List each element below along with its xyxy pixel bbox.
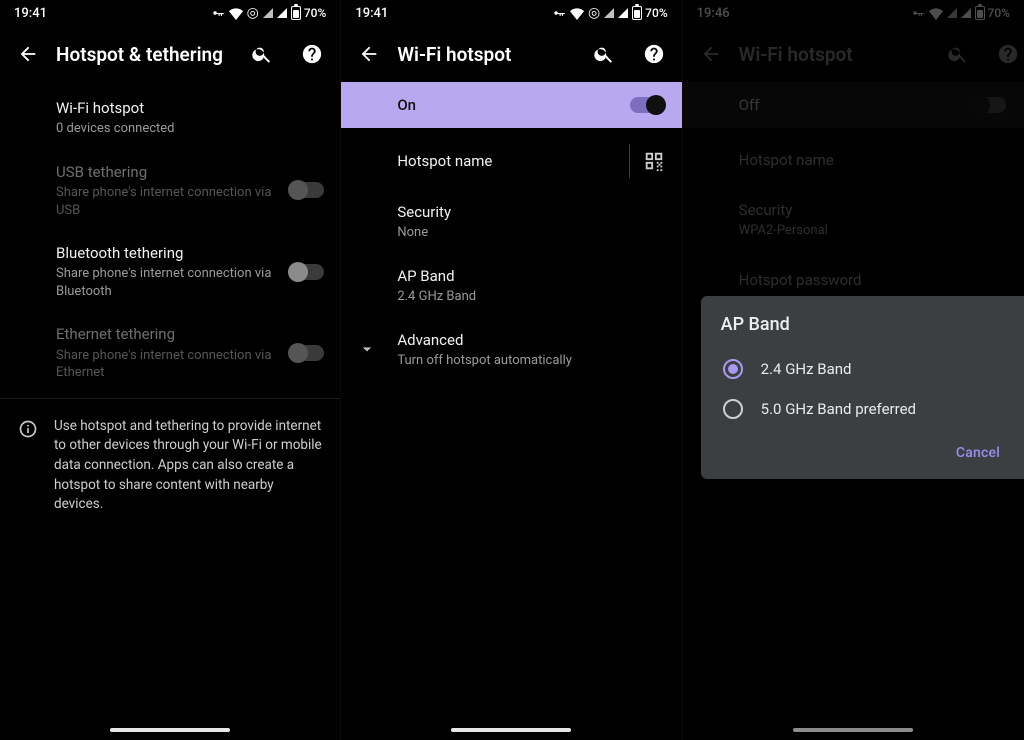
status-bar: 19:41 ◎ 70%	[341, 0, 681, 26]
status-time: 19:41	[14, 6, 47, 21]
status-bar: 19:41 ◎ 70%	[0, 0, 340, 26]
usb-tethering-item: USB tethering Share phone's internet con…	[0, 150, 340, 231]
signal-2-icon	[277, 8, 287, 18]
status-time: 19:41	[355, 6, 388, 21]
ap-band-dialog: AP Band 2.4 GHz Band 5.0 GHz Band prefer…	[701, 296, 1024, 479]
settings-list: Wi-Fi hotspot 0 devices connected USB te…	[0, 82, 340, 533]
ethernet-tethering-item: Ethernet tethering Share phone's interne…	[0, 312, 340, 393]
signal-1-icon	[263, 8, 273, 18]
screen-wifi-hotspot-on: 19:41 ◎ 70% Wi-Fi hotspot On	[341, 0, 682, 740]
signal-1-icon	[604, 8, 614, 18]
info-icon	[16, 417, 40, 441]
footer-note: Use hotspot and tethering to provide int…	[0, 403, 340, 529]
item-title: Hotspot name	[397, 151, 606, 171]
item-title: USB tethering	[56, 162, 280, 182]
item-subtitle: 2.4 GHz Band	[397, 288, 655, 306]
wifi-hotspot-item[interactable]: Wi-Fi hotspot 0 devices connected	[0, 86, 340, 150]
ap-band-item[interactable]: AP Band 2.4 GHz Band	[341, 254, 681, 318]
security-item[interactable]: Security None	[341, 190, 681, 254]
advanced-item[interactable]: Advanced Turn off hotspot automatically	[341, 318, 681, 382]
usb-tethering-toggle	[290, 182, 324, 198]
search-button[interactable]	[240, 32, 284, 76]
switch-label: On	[397, 96, 416, 114]
page-title: Hotspot & tethering	[56, 43, 234, 66]
hotspot-name-item[interactable]: Hotspot name	[341, 132, 681, 190]
bluetooth-tethering-item[interactable]: Bluetooth tethering Share phone's intern…	[0, 231, 340, 312]
ap-band-option-50[interactable]: 5.0 GHz Band preferred	[721, 389, 1010, 429]
wifi-icon	[229, 6, 243, 20]
app-bar: Wi-Fi hotspot	[341, 26, 681, 82]
ethernet-tethering-toggle	[290, 345, 324, 361]
hotspot-icon: ◎	[247, 6, 259, 20]
nav-pill[interactable]	[451, 728, 571, 732]
battery-icon: 70%	[291, 6, 326, 20]
vpn-icon	[211, 8, 225, 18]
page-title: Wi-Fi hotspot	[397, 43, 575, 66]
radio-icon	[723, 399, 743, 419]
dialog-title: AP Band	[721, 314, 1010, 335]
option-label: 2.4 GHz Band	[761, 360, 852, 378]
item-title: Ethernet tethering	[56, 324, 280, 344]
item-subtitle: Turn off hotspot automatically	[397, 352, 655, 370]
divider-vertical	[629, 144, 630, 178]
screen-wifi-hotspot-dialog: 19:46 70% Wi-Fi hotspot	[683, 0, 1024, 740]
footer-text: Use hotspot and tethering to provide int…	[54, 417, 324, 515]
help-button[interactable]	[632, 32, 676, 76]
expand-icon	[353, 335, 381, 363]
app-bar: Hotspot & tethering	[0, 26, 340, 82]
item-title: Bluetooth tethering	[56, 243, 280, 263]
bluetooth-tethering-toggle[interactable]	[290, 264, 324, 280]
item-title: Wi-Fi hotspot	[56, 98, 314, 118]
item-title: Security	[397, 202, 655, 222]
status-icons: ◎ 70%	[211, 6, 327, 20]
radio-icon	[723, 359, 743, 379]
item-title: Advanced	[397, 330, 655, 350]
divider	[0, 398, 340, 399]
help-button[interactable]	[290, 32, 334, 76]
signal-2-icon	[618, 8, 628, 18]
hotspot-master-switch-row[interactable]: On	[341, 82, 681, 128]
back-button[interactable]	[347, 32, 391, 76]
item-subtitle: Share phone's internet connection via Et…	[56, 347, 280, 382]
battery-icon: 70%	[632, 6, 667, 20]
search-button[interactable]	[582, 32, 626, 76]
screen-hotspot-tethering: 19:41 ◎ 70% Hotspot & tethering	[0, 0, 341, 740]
item-subtitle: Share phone's internet connection via Bl…	[56, 265, 280, 300]
option-label: 5.0 GHz Band preferred	[761, 400, 916, 418]
settings-list: Hotspot name Security None AP Band	[341, 128, 681, 385]
cancel-button[interactable]: Cancel	[946, 437, 1010, 469]
ap-band-option-24[interactable]: 2.4 GHz Band	[721, 349, 1010, 389]
status-icons: ◎ 70%	[552, 6, 668, 20]
hotspot-master-toggle[interactable]	[630, 97, 664, 113]
item-subtitle: 0 devices connected	[56, 120, 314, 138]
qr-share-button[interactable]	[642, 149, 666, 173]
nav-pill[interactable]	[110, 728, 230, 732]
item-subtitle: Share phone's internet connection via US…	[56, 184, 280, 219]
hotspot-icon: ◎	[588, 6, 600, 20]
item-title: AP Band	[397, 266, 655, 286]
back-button[interactable]	[6, 32, 50, 76]
nav-pill[interactable]	[793, 728, 913, 732]
vpn-icon	[552, 8, 566, 18]
item-subtitle: None	[397, 224, 655, 242]
wifi-icon	[570, 6, 584, 20]
